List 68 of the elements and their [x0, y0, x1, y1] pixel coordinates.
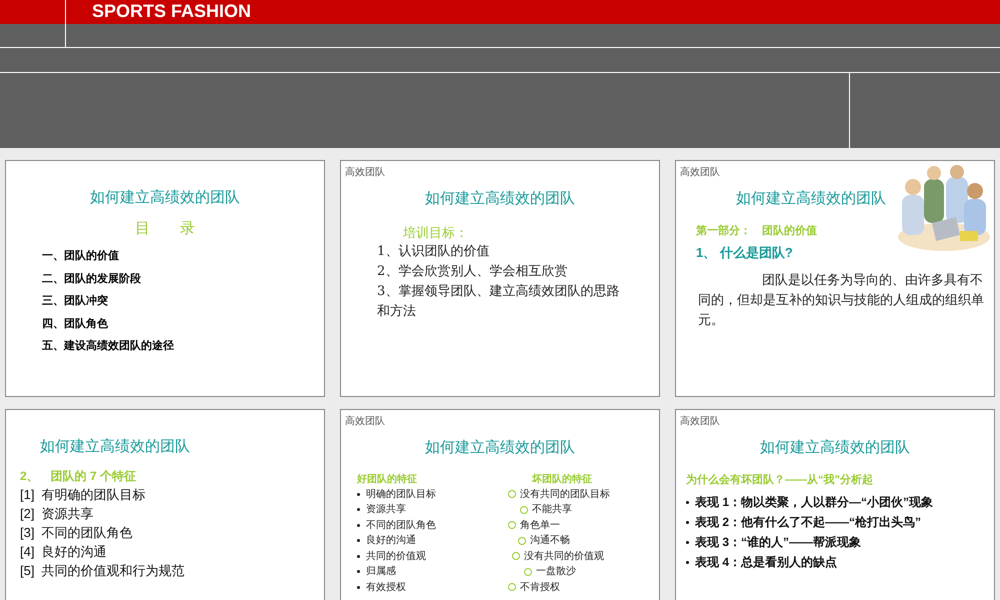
list-item: 表现 4：总是看别人的缺点	[695, 554, 838, 571]
list-item: [3] 不同的团队角色	[20, 524, 134, 542]
column-heading: 好团队的特征	[357, 472, 418, 486]
list-item: 表现 3：“谁的人”——帮派现象	[695, 534, 862, 551]
bullet-icon	[357, 508, 360, 512]
list-item: [1] 有明确的团队目标	[20, 486, 147, 504]
bullet-icon	[357, 539, 360, 542]
slide-label: 高效团队	[679, 414, 721, 429]
list-item: [2] 资源共享	[20, 504, 95, 522]
list-item: 角色单一	[520, 518, 560, 532]
slide-label: 高效团队	[344, 166, 386, 180]
bullet-icon	[357, 554, 360, 558]
list-item: 五、建设高绩效团队的途径	[42, 338, 175, 354]
slide-thumbnail[interactable]: 高效团队 如何建立高绩效的团队 好团队的特征 明确的团队目标 资源共享 不同的团队角色 良好的沟通 共同的价值观 归属感 有效授权 坏团队的特征 没有共同的团队目标 不能共享 角色单一 沟通不畅 没有共同的价值观 一盘散沙 不肯授权	[340, 409, 660, 600]
column-heading: 坏团队的特征	[530, 472, 593, 486]
bullet-icon	[357, 586, 360, 589]
banner-title: SPORTS FASHION	[91, 0, 252, 23]
slide-title: 如何建立高绩效的团队	[424, 189, 576, 209]
list-item: 归属感	[366, 564, 396, 579]
slide-heading: 目 录	[134, 218, 196, 238]
list-item: 不同的团队角色	[366, 518, 436, 532]
list-item: 二、团队的发展阶段	[42, 272, 142, 286]
slide-thumbnail[interactable]: 高效团队 如何建立高绩效的团队 培训目标： 1、认识团队的价值 2、学会欣赏别人、学会相互欣赏 3、掌握领导团队、建立高绩效团队的思路和方法	[340, 160, 660, 397]
list-item: 没有共同的价值观	[524, 550, 604, 564]
bullet-icon	[686, 560, 689, 564]
slide-label: 高效团队	[679, 166, 721, 180]
slide-subheading: 1、 什么是团队?	[695, 244, 794, 262]
list-item: 四、团队角色	[42, 316, 109, 332]
list-item: 良好的沟通	[366, 534, 416, 548]
list-item: 沟通不畅	[530, 534, 570, 548]
list-item: 共同的价值观	[366, 550, 426, 564]
slide-paragraph: 团队是以任务为导向的、由许多具有不同的，但却是互补的知识与技能的人组成的组织单元。	[697, 272, 985, 330]
list-item: 三、团队冲突	[42, 294, 109, 309]
slide-thumbnail[interactable]: 如何建立高绩效的团队 2、 团队的 7 个特征 [1] 有明确的团队目标 [2] 资源共享 [3] 不同的团队角色 [4] 良好的沟通 [5] 共同的价值观和行为规范	[5, 409, 325, 600]
slide-heading: 培训目标：	[402, 224, 469, 242]
list-item: 不能共享	[532, 502, 572, 517]
slide-thumbnail[interactable]: 如何建立高绩效的团队 目 录 一、团队的价值 二、团队的发展阶段 三、团队冲突 四、团队角色 五、建设高绩效团队的途径	[5, 160, 325, 397]
list-item: 表现 2：他有什么了不起——“枪打出头鸟”	[695, 514, 922, 531]
list-item: 没有共同的团队目标	[520, 488, 610, 502]
slide-heading: 第一部分： 团队的价值	[695, 224, 818, 238]
bullet-icon	[357, 492, 360, 496]
list-item: 1、认识团队的价值	[377, 243, 490, 261]
list-item: 一、团队的价值	[42, 248, 120, 264]
slide-thumbnail[interactable]: 高效团队 如何建立高绩效的团队 第一部分： 团队的价值 1、 什么是团队? 团队是以任务为导向的、由许多具有不同的，但却是互补的知识与技能的人组成的组织单元。	[675, 160, 995, 397]
bullet-icon	[357, 570, 360, 574]
slide-label: 高效团队	[344, 414, 386, 429]
list-item: 3、掌握领导团队、建立高绩效团队的思路和方法	[377, 283, 620, 321]
list-item: 不肯授权	[520, 580, 560, 594]
list-item: 有效授权	[366, 580, 406, 594]
bullet-icon	[686, 520, 689, 524]
slide-heading: 2、 团队的 7 个特征	[19, 468, 138, 484]
list-item: [5] 共同的价值观和行为规范	[20, 562, 186, 580]
slide-title: 如何建立高绩效的团队	[424, 438, 576, 458]
slide-thumbnail[interactable]: 高效团队 如何建立高绩效的团队 为什么会有坏团队？——从“我”分析起 表现 1：物以类聚，人以群分—“小团伙”现象 表现 2：他有什么了不起——“枪打出头鸟” 表现 3：“谁的人”——帮派现象 表现 4：总是看别人的缺点	[675, 409, 995, 600]
list-item: 一盘散沙	[536, 564, 576, 579]
list-item: 2、学会欣赏别人、学会相互欣赏	[377, 263, 568, 281]
slide-title: 如何建立高绩效的团队	[759, 438, 911, 458]
slide-title: 如何建立高绩效的团队	[89, 188, 241, 208]
slide-title: 如何建立高绩效的团队	[735, 189, 887, 209]
bullet-icon	[686, 500, 689, 504]
slide-heading: 为什么会有坏团队？——从“我”分析起	[685, 472, 874, 488]
bullet-icon	[357, 524, 360, 527]
list-item: 资源共享	[366, 502, 406, 517]
list-item: 明确的团队目标	[366, 488, 436, 502]
list-item: 表现 1：物以类聚，人以群分—“小团伙”现象	[695, 494, 934, 511]
slide-title: 如何建立高绩效的团队	[39, 437, 191, 457]
bullet-icon	[686, 540, 689, 544]
list-item: [4] 良好的沟通	[20, 542, 108, 560]
